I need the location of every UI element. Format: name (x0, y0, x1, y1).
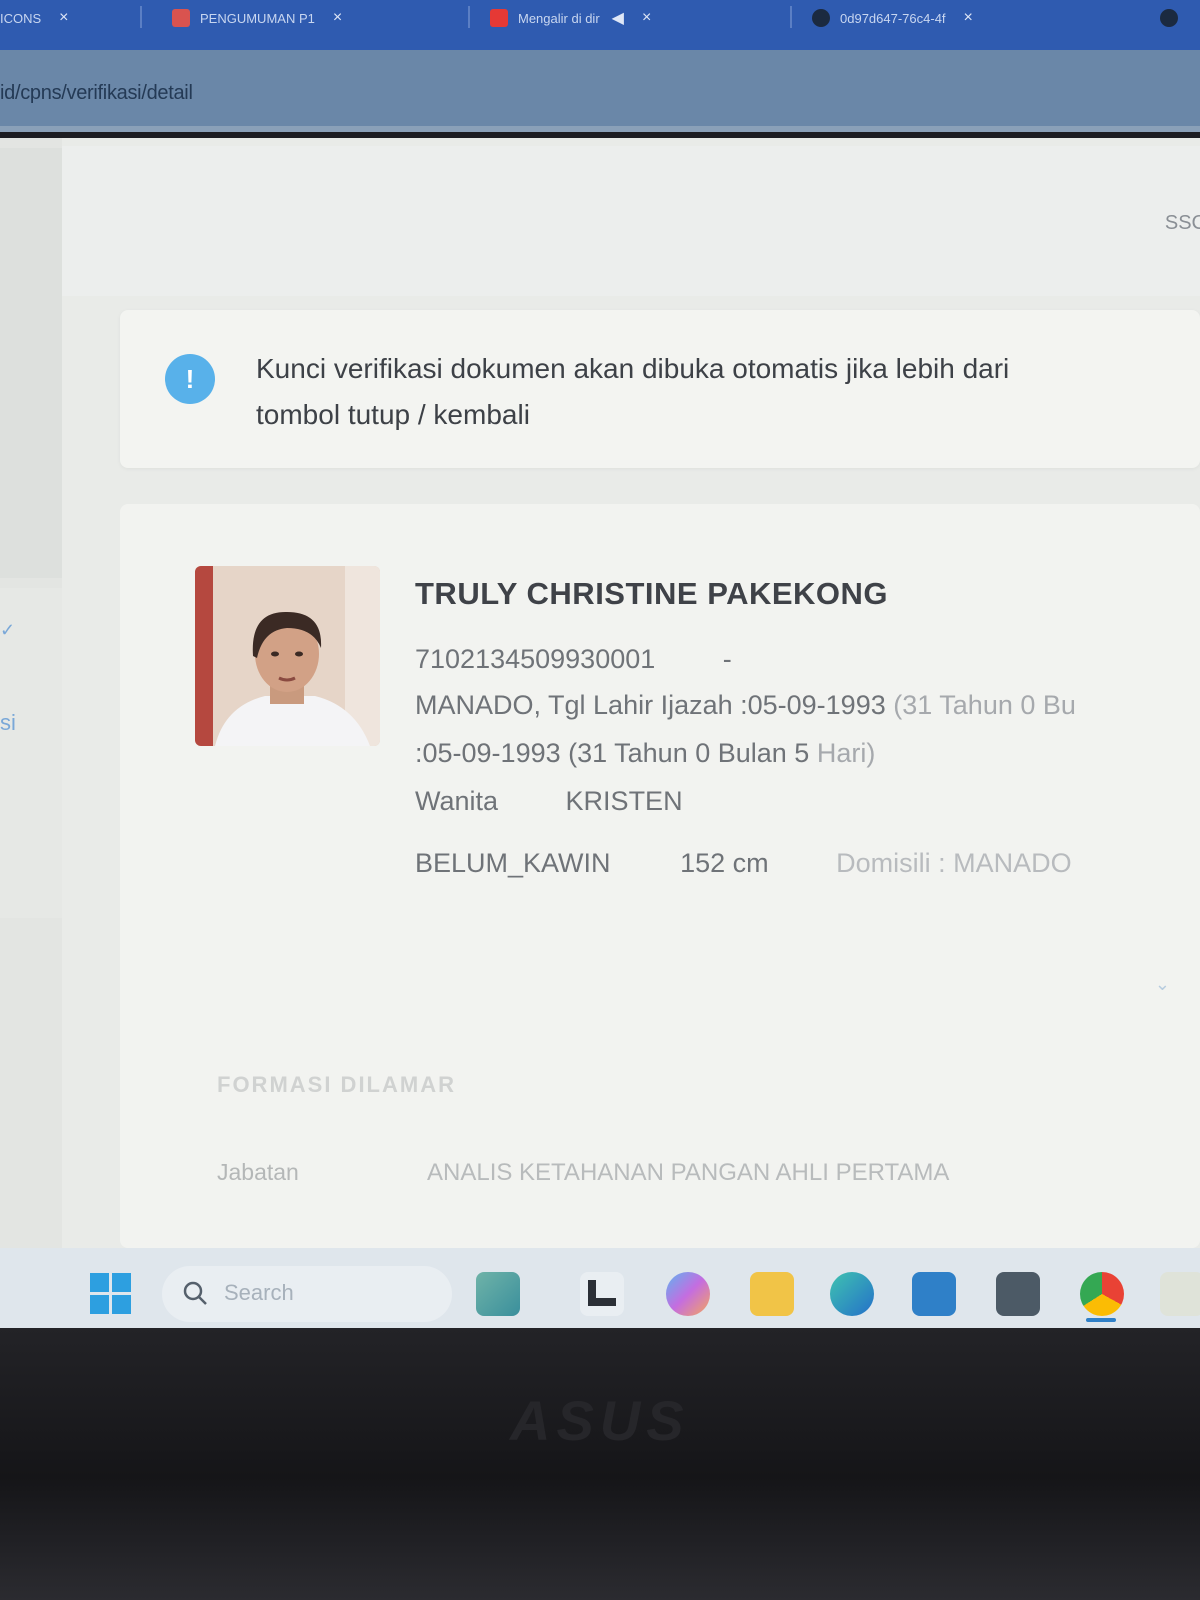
applicant-profile-card: TRULY CHRISTINE PAKEKONG 710213450993000… (120, 504, 1200, 1248)
site-favicon-icon (172, 9, 190, 27)
browser-tab[interactable]: ICONS × (0, 0, 69, 36)
applicant-name: TRULY CHRISTINE PAKEKONG (415, 576, 889, 611)
widgets-icon[interactable] (476, 1272, 520, 1316)
browser-tab[interactable]: PENGUMUMAN P1 × (172, 0, 342, 36)
applicant-nik-row: 7102134509930001 - (415, 644, 732, 675)
edge-icon[interactable] (830, 1272, 874, 1316)
sidebar: ✓ si (0, 138, 62, 1248)
page-header: SSC (62, 146, 1200, 296)
browser-tab[interactable]: 0d97d647-76c4-4f × (812, 0, 973, 36)
gender: Wanita (415, 786, 499, 816)
header-user-menu[interactable]: SSC (1165, 212, 1200, 235)
religion: KRISTEN (565, 786, 683, 816)
tab-title: ICONS (0, 10, 42, 26)
tab-divider (468, 6, 470, 28)
url-text[interactable]: id/cpns/verifikasi/detail (0, 82, 193, 105)
browser-tab[interactable]: Mengalir di dir ◀ × (490, 0, 651, 36)
search-placeholder: Search (224, 1280, 294, 1305)
chrome-icon[interactable] (1080, 1272, 1124, 1316)
section-title-formasi: FORMASI DILAMAR (217, 1072, 456, 1097)
gender-religion-row: Wanita KRISTEN (415, 786, 683, 817)
laptop-bezel: ASUS (0, 1328, 1200, 1600)
birth-info: MANADO, Tgl Lahir Ijazah :05-09-1993 (415, 690, 886, 720)
tab-divider (790, 6, 792, 28)
browser-tab[interactable] (1160, 0, 1188, 36)
info-icon: ! (165, 354, 215, 404)
windows-start-icon[interactable] (90, 1273, 132, 1315)
close-icon[interactable]: × (964, 9, 973, 27)
birth-info-row: MANADO, Tgl Lahir Ijazah :05-09-1993 (31… (415, 690, 1076, 721)
file-explorer-icon[interactable] (750, 1272, 794, 1316)
brand-logo: ASUS (510, 1389, 690, 1452)
tab-title: Mengalir di dir (518, 10, 600, 26)
address-bar[interactable]: id/cpns/verifikasi/detail (0, 50, 1200, 132)
tab-title: 0d97d647-76c4-4f (840, 10, 946, 26)
info-alert: ! Kunci verifikasi dokumen akan dibuka o… (120, 310, 1200, 468)
birth-date-row: :05-09-1993 (31 Tahun 0 Bulan 5 Hari) (415, 738, 875, 769)
speaker-icon: ◀ (611, 10, 624, 27)
position-value: ANALIS KETAHANAN PANGAN AHLI PERTAMA (427, 1159, 950, 1186)
taskbar-search[interactable]: Search (162, 1266, 452, 1322)
task-view-icon[interactable] (580, 1272, 624, 1316)
close-icon[interactable]: × (333, 9, 342, 27)
nik-suffix: - (722, 644, 732, 674)
taskbar: Search (0, 1248, 1200, 1328)
alert-line-2: tombol tutup / kembali (256, 399, 530, 430)
applicant-photo (195, 566, 380, 746)
marital-status: BELUM_KAWIN (415, 848, 611, 878)
search-icon (183, 1281, 207, 1305)
position-label: Jabatan (217, 1159, 299, 1185)
domicile: Domisili : MANADO (836, 848, 1072, 878)
sidebar-menu-panel (0, 148, 62, 578)
app-icon[interactable] (996, 1272, 1040, 1316)
copilot-icon[interactable] (666, 1272, 710, 1316)
store-icon[interactable] (912, 1272, 956, 1316)
active-app-indicator (1086, 1318, 1116, 1322)
alert-message: Kunci verifikasi dokumen akan dibuka oto… (256, 346, 1200, 438)
tab-title: PENGUMUMAN P1 (200, 10, 315, 26)
applicant-nik: 7102134509930001 (415, 644, 656, 674)
birth-date-end: Hari) (816, 738, 876, 768)
close-icon[interactable]: × (642, 9, 651, 27)
portrait-image (195, 566, 380, 746)
height: 152 cm (680, 848, 769, 878)
web-page: ✓ si SSC ! Kunci verifikasi dokumen akan… (0, 138, 1200, 1248)
sidebar-item-label[interactable]: si (0, 710, 16, 736)
birth-date: :05-09-1993 (31 Tahun 0 Bulan 5 (415, 738, 810, 768)
github-icon (812, 9, 830, 27)
github-icon (1160, 9, 1178, 27)
app-icon[interactable] (1160, 1272, 1200, 1316)
chevron-icon[interactable]: ✓ (0, 620, 15, 641)
close-icon[interactable]: × (59, 9, 68, 27)
tab-divider (140, 6, 142, 28)
browser-tab-strip: ICONS × PENGUMUMAN P1 × Mengalir di dir … (0, 0, 1200, 50)
youtube-icon (490, 9, 508, 27)
birth-age: (31 Tahun 0 Bu (893, 690, 1076, 720)
chevron-down-icon[interactable]: ⌄ (1155, 974, 1170, 995)
status-row: BELUM_KAWIN 152 cm Domisili : MANADO (415, 848, 1072, 879)
alert-line-1: Kunci verifikasi dokumen akan dibuka oto… (256, 353, 1010, 384)
